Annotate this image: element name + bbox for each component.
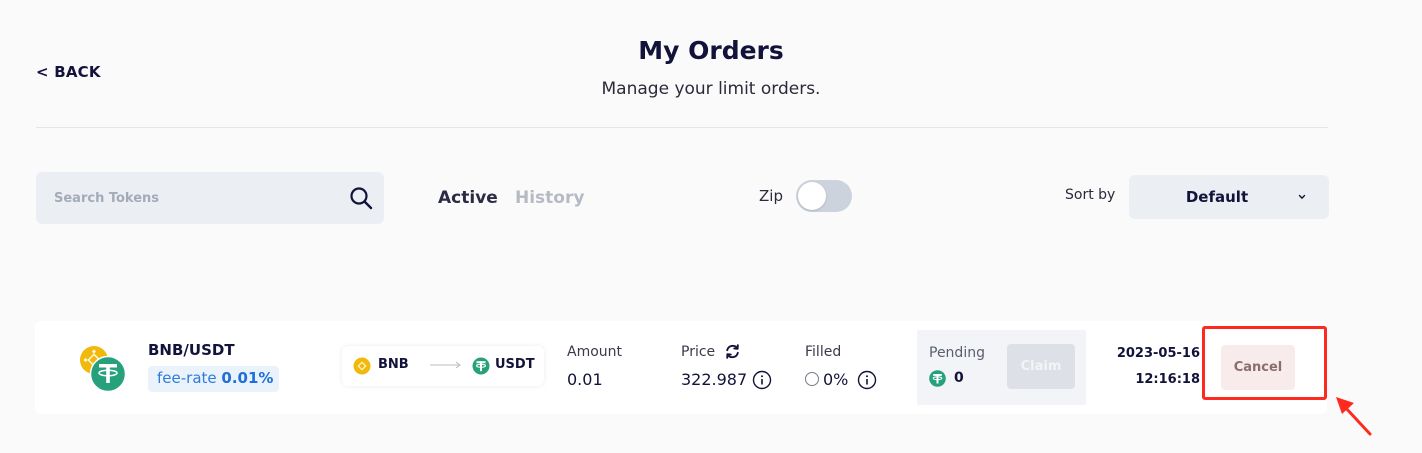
chevron-down-icon	[1298, 194, 1306, 199]
swap-to-token: USDT	[495, 357, 535, 372]
amount-value: 0.01	[567, 370, 603, 389]
pending-label: Pending	[929, 345, 985, 361]
pair-name: BNB/USDT	[148, 341, 235, 359]
search-icon[interactable]	[348, 185, 374, 211]
pair-icons	[80, 346, 127, 392]
fee-rate-value: 0.01%	[221, 369, 274, 387]
refresh-icon[interactable]	[724, 343, 741, 360]
usdt-coin-icon	[929, 370, 946, 387]
zip-toggle[interactable]	[796, 180, 852, 212]
info-icon[interactable]	[857, 370, 877, 390]
usdt-coin-icon	[89, 355, 127, 392]
arrow-right-icon	[430, 361, 461, 369]
order-date: 2023-05-16	[1116, 346, 1200, 361]
swap-from-token: BNB	[378, 357, 409, 372]
amount-label: Amount	[567, 344, 623, 360]
zip-label: Zip	[759, 187, 783, 205]
toggle-knob	[798, 182, 826, 210]
pending-value: 0	[954, 370, 964, 386]
page-subtitle: Manage your limit orders.	[601, 79, 821, 99]
annotation-highlight-box	[1202, 326, 1327, 400]
search-input[interactable]	[54, 186, 334, 210]
page-title: My Orders	[638, 36, 784, 65]
sort-dropdown[interactable]: Default	[1129, 175, 1329, 219]
tab-history[interactable]: History	[515, 188, 584, 208]
tab-active[interactable]: Active	[438, 188, 498, 208]
sort-value: Default	[1185, 188, 1249, 206]
pending-panel: Pending 0 Claim	[917, 330, 1086, 405]
red-arrow-icon	[1336, 397, 1372, 436]
info-icon[interactable]	[752, 370, 772, 390]
claim-button[interactable]: Claim	[1007, 344, 1075, 389]
filled-label: Filled	[805, 344, 842, 360]
price-label: Price	[681, 344, 716, 360]
fee-rate-badge: fee-rate 0.01%	[148, 366, 279, 392]
bnb-coin-icon	[353, 357, 371, 375]
fee-rate-label: fee-rate	[157, 369, 217, 387]
filled-progress-icon	[805, 372, 819, 386]
price-value: 322.987	[681, 370, 748, 389]
header-divider	[36, 127, 1328, 128]
filled-value: 0%	[823, 370, 849, 389]
usdt-coin-icon	[472, 357, 490, 375]
search-box	[36, 172, 384, 224]
swap-route: BNB USDT	[342, 346, 544, 386]
order-time: 12:16:18	[1135, 372, 1200, 387]
sort-label: Sort by	[1065, 187, 1116, 203]
